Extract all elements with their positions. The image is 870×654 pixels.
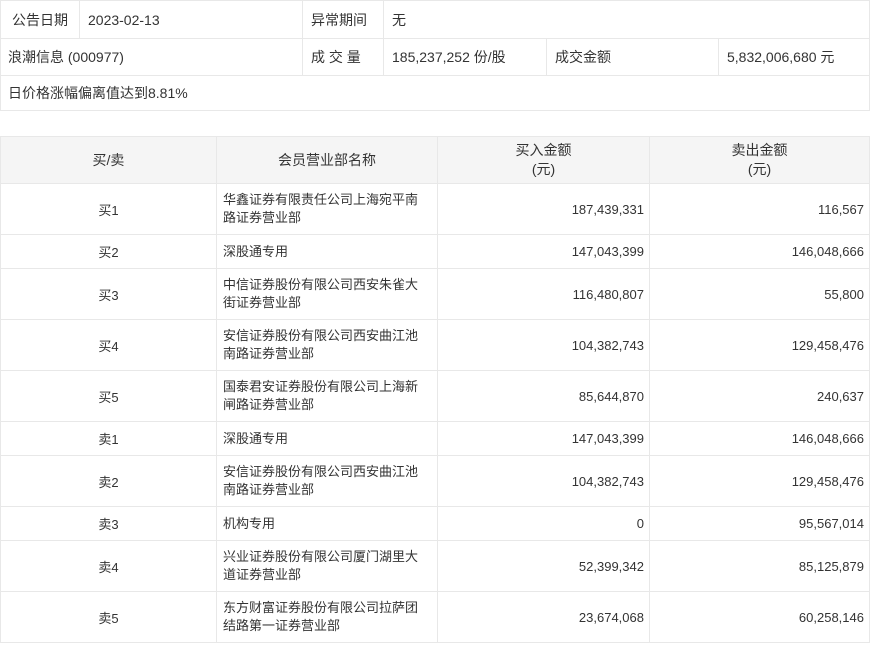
buy-amount-cell: 52,399,342 [438,541,650,591]
table-row: 买1 华鑫证券有限责任公司上海宛平南路证券营业部 187,439,331 116… [1,183,869,234]
volume-value: 185,237,252 份/股 [384,39,547,75]
branch-cell: 深股通专用 [217,422,438,455]
buy-amount-cell: 85,644,870 [438,371,650,421]
table-row: 买2 深股通专用 147,043,399 146,048,666 [1,234,869,268]
branch-cell: 兴业证券股份有限公司厦门湖里大道证券营业部 [217,541,438,591]
side-cell: 买1 [1,184,217,234]
side-cell: 卖4 [1,541,217,591]
branch-cell: 东方财富证券股份有限公司拉萨团结路第一证券营业部 [217,592,438,642]
branch-cell: 安信证券股份有限公司西安曲江池南路证券营业部 [217,320,438,370]
sell-amount-cell: 85,125,879 [798,558,864,574]
table-row: 卖5 东方财富证券股份有限公司拉萨团结路第一证券营业部 23,674,068 6… [1,591,869,642]
sell-amount-cell: 116,567 [817,201,864,217]
side-cell: 买5 [1,371,217,421]
buy-amount-cell: 116,480,807 [438,269,650,319]
announce-date-label: 公告日期 [1,1,80,38]
summary-row-date: 公告日期 2023-02-13 异常期间 无 [1,1,869,38]
side-cell: 买2 [1,235,217,268]
table-row: 卖3 机构专用 0 95,567,014 [1,506,869,540]
sell-amount-cell: 95,567,014 [798,516,864,531]
sell-amount-cell: 240,637 [817,388,864,404]
branch-cell: 中信证券股份有限公司西安朱雀大街证券营业部 [217,269,438,319]
buy-amount-cell: 0 [438,507,650,540]
summary-row-volume: 浪潮信息 (000977) 成 交 量 185,237,252 份/股 成交金额… [1,38,869,75]
sell-amount-cell: 60,258,146 [798,609,864,625]
table-row: 卖2 安信证券股份有限公司西安曲江池南路证券营业部 104,382,743 12… [1,455,869,506]
branch-cell: 深股通专用 [217,235,438,268]
buy-amount-cell: 187,439,331 [438,184,650,234]
col-header-sell: 卖出金额 (元) [650,137,869,183]
broker-table: 买/卖 会员营业部名称 买入金额 (元) 卖出金额 (元) 买1 华鑫证券有限责… [0,136,870,643]
buy-amount-cell: 104,382,743 [438,320,650,370]
col-header-buy-title: 买入金额 [515,142,572,158]
buy-amount-cell: 23,674,068 [438,592,650,642]
branch-cell: 华鑫证券有限责任公司上海宛平南路证券营业部 [217,184,438,234]
side-cell: 卖5 [1,592,217,642]
buy-amount-cell: 104,382,743 [438,456,650,506]
table-row: 买3 中信证券股份有限公司西安朱雀大街证券营业部 116,480,807 55,… [1,268,869,319]
announce-date-value: 2023-02-13 [80,1,303,38]
sell-amount-cell: 129,458,476 [791,473,864,489]
table-row: 买4 安信证券股份有限公司西安曲江池南路证券营业部 104,382,743 12… [1,319,869,370]
buy-amount-cell: 147,043,399 [438,235,650,268]
branch-cell: 安信证券股份有限公司西安曲江池南路证券营业部 [217,456,438,506]
branch-cell: 机构专用 [217,507,438,540]
col-header-branch: 会员营业部名称 [217,137,438,183]
branch-cell: 国泰君安证券股份有限公司上海新闸路证券营业部 [217,371,438,421]
abnormal-period-value: 无 [392,11,406,28]
col-header-sell-unit: (元) [747,161,772,177]
side-cell: 买3 [1,269,217,319]
volume-label: 成 交 量 [303,39,384,75]
stock-name: 浪潮信息 (000977) [1,39,303,75]
table-row: 卖4 兴业证券股份有限公司厦门湖里大道证券营业部 52,399,342 85,1… [1,540,869,591]
summary-row-notice: 日价格涨幅偏离值达到8.81% [1,75,869,110]
sell-amount-cell: 55,800 [824,286,864,302]
col-header-buy: 买入金额 (元) [438,137,650,183]
sell-amount-cell: 146,048,666 [791,431,864,446]
col-header-buy-unit: (元) [531,161,556,177]
col-header-sell-title: 卖出金额 [731,142,788,158]
side-cell: 卖2 [1,456,217,506]
sell-amount-cell: 146,048,666 [791,244,864,259]
sell-amount-cell: 129,458,476 [791,337,864,353]
buy-amount-cell: 147,043,399 [438,422,650,455]
turnover-value: 5,832,006,680 元 [727,49,835,65]
table-row: 买5 国泰君安证券股份有限公司上海新闸路证券营业部 85,644,870 240… [1,370,869,421]
col-header-side: 买/卖 [1,137,217,183]
side-cell: 卖3 [1,507,217,540]
summary-panel: 公告日期 2023-02-13 异常期间 无 浪潮信息 (000977) 成 交… [0,0,870,111]
page: 公告日期 2023-02-13 异常期间 无 浪潮信息 (000977) 成 交… [0,0,870,643]
abnormal-period-label: 异常期间 [303,1,384,38]
table-row: 卖1 深股通专用 147,043,399 146,048,666 [1,421,869,455]
deviation-notice: 日价格涨幅偏离值达到8.81% [8,85,188,101]
table-body: 买1 华鑫证券有限责任公司上海宛平南路证券营业部 187,439,331 116… [1,183,869,642]
turnover-label: 成交金额 [547,39,719,75]
side-cell: 买4 [1,320,217,370]
side-cell: 卖1 [1,422,217,455]
table-header-row: 买/卖 会员营业部名称 买入金额 (元) 卖出金额 (元) [1,137,869,183]
